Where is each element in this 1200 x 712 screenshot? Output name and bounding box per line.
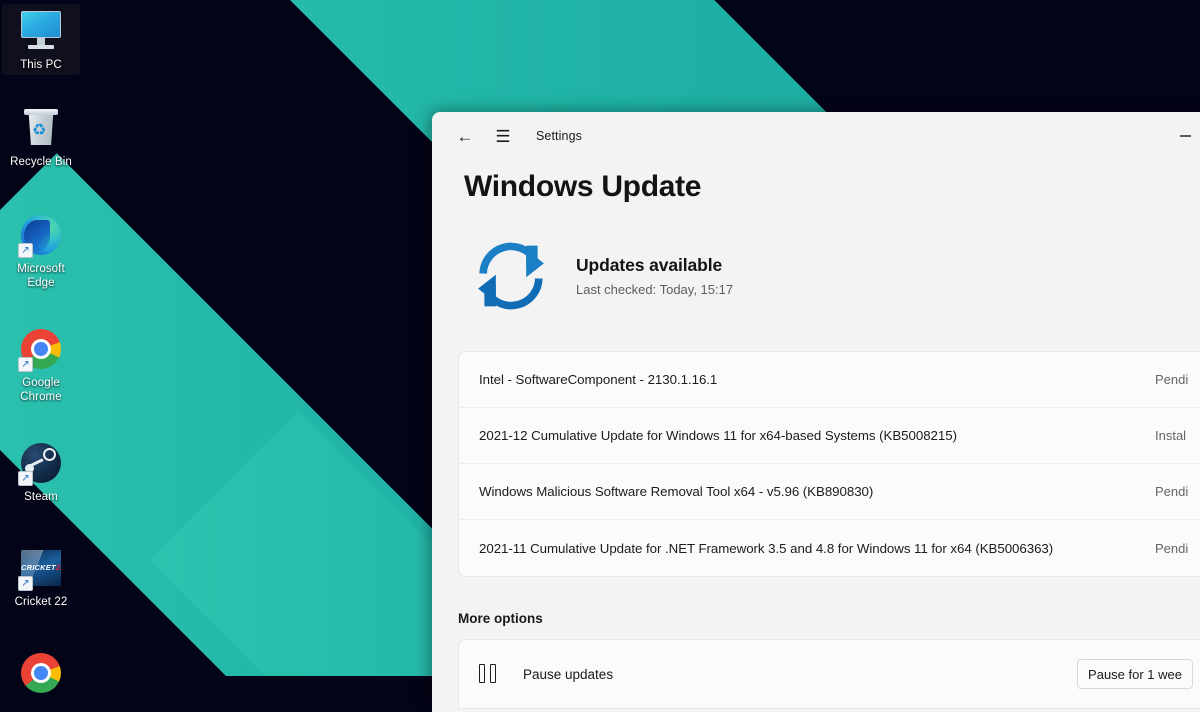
update-status-badge: Instal [1155, 428, 1191, 443]
back-arrow-icon: ← [457, 128, 474, 145]
update-status-text: Updates available Last checked: Today, 1… [576, 255, 733, 297]
desktop-icon-label: Microsoft [17, 262, 65, 276]
available-updates-list: Intel - SoftwareComponent - 2130.1.16.1 … [458, 351, 1200, 577]
window-titlebar: ← ☰ Settings [432, 112, 1200, 160]
table-row[interactable]: 2021-11 Cumulative Update for .NET Frame… [459, 520, 1200, 576]
shortcut-arrow-icon: ↗ [18, 576, 33, 591]
update-name: 2021-11 Cumulative Update for .NET Frame… [479, 541, 1139, 556]
edge-icon: ↗ [18, 212, 64, 258]
shortcut-arrow-icon: ↗ [18, 471, 33, 486]
refresh-sync-icon [470, 238, 552, 314]
update-name: Windows Malicious Software Removal Tool … [479, 484, 1139, 499]
desktop-icon-label-line2: Chrome [20, 390, 62, 404]
desktop-icon-chrome-partial[interactable] [2, 650, 80, 696]
last-checked-text: Last checked: Today, 15:17 [576, 282, 733, 297]
update-status-section: Updates available Last checked: Today, 1… [432, 204, 1200, 314]
minimize-icon [1180, 135, 1191, 137]
monitor-icon [18, 8, 64, 54]
page-header: Windows Update [432, 160, 1200, 204]
settings-window: ← ☰ Settings Windows Update Updates avai… [432, 112, 1200, 712]
back-button[interactable]: ← [446, 120, 484, 152]
desktop-icon-column: This PC ♻ Recycle Bin ↗ Microsoft Edge ↗… [0, 0, 82, 676]
shortcut-arrow-icon: ↗ [18, 243, 33, 258]
desktop-icon-label: Google [22, 376, 60, 390]
pause-duration-value: Pause for 1 wee [1088, 667, 1182, 682]
desktop-icon-recycle-bin[interactable]: ♻ Recycle Bin [2, 105, 80, 169]
desktop-icon-label-line2: Edge [27, 276, 54, 290]
steam-icon: ↗ [18, 440, 64, 486]
chrome-icon: ↗ [18, 326, 64, 372]
table-row[interactable]: Intel - SoftwareComponent - 2130.1.16.1 … [459, 352, 1200, 408]
desktop-icon-label: This PC [20, 58, 62, 72]
desktop-icon-label: Recycle Bin [10, 155, 72, 169]
recycle-bin-icon: ♻ [18, 105, 64, 151]
update-status-badge: Pendi [1155, 372, 1191, 387]
desktop-icon-microsoft-edge[interactable]: ↗ Microsoft Edge [2, 212, 80, 290]
update-name: 2021-12 Cumulative Update for Windows 11… [479, 428, 1139, 443]
cricket-number: 22 [56, 563, 61, 572]
cricket-word: CRICKET [21, 563, 56, 572]
desktop-icon-this-pc[interactable]: This PC [2, 4, 80, 75]
cricket22-icon: CRICKET22 ↗ [18, 545, 64, 591]
desktop-icon-google-chrome[interactable]: ↗ Google Chrome [2, 326, 80, 404]
more-options-heading: More options [458, 611, 1200, 626]
pause-updates-row[interactable]: Pause updates Pause for 1 wee [458, 639, 1200, 709]
table-row[interactable]: 2021-12 Cumulative Update for Windows 11… [459, 408, 1200, 464]
pause-updates-label: Pause updates [523, 667, 613, 682]
update-status-badge: Pendi [1155, 484, 1191, 499]
table-row[interactable]: Windows Malicious Software Removal Tool … [459, 464, 1200, 520]
desktop-icon-label: Steam [24, 490, 58, 504]
shortcut-arrow-icon: ↗ [18, 357, 33, 372]
hamburger-menu-button[interactable]: ☰ [484, 120, 522, 152]
pause-icon [479, 664, 501, 684]
hamburger-icon: ☰ [495, 128, 510, 145]
update-name: Intel - SoftwareComponent - 2130.1.16.1 [479, 372, 1139, 387]
page-title: Windows Update [464, 170, 1200, 204]
desktop-icon-steam[interactable]: ↗ Steam [2, 440, 80, 504]
pause-duration-dropdown[interactable]: Pause for 1 wee [1077, 659, 1193, 689]
minimize-button[interactable] [1162, 120, 1200, 152]
desktop-icon-cricket-22[interactable]: CRICKET22 ↗ Cricket 22 [2, 545, 80, 609]
update-status-title: Updates available [576, 255, 733, 276]
desktop-icon-label: Cricket 22 [15, 595, 68, 609]
window-title: Settings [536, 129, 582, 143]
update-status-badge: Pendi [1155, 541, 1191, 556]
chrome-icon [18, 650, 64, 696]
